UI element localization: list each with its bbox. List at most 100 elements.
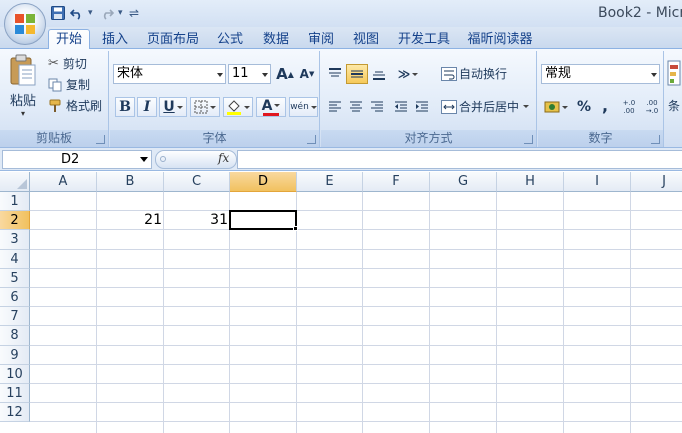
decrease-decimal-button[interactable]: .00 →.0 (641, 97, 663, 117)
align-middle-button[interactable] (346, 64, 368, 84)
row-header-12[interactable]: 12 (0, 403, 30, 423)
orientation-button[interactable]: ≫ (393, 64, 423, 84)
name-box-dropdown-icon[interactable] (140, 157, 148, 162)
row-header-9[interactable]: 9 (0, 345, 30, 365)
grow-font-label: A (276, 65, 288, 83)
active-cell-d2[interactable] (229, 210, 297, 231)
column-header-i[interactable]: I (564, 172, 631, 192)
select-all-button[interactable] (0, 172, 30, 192)
wrap-text-button[interactable]: 自动换行 (441, 65, 507, 82)
worksheet-grid[interactable]: A B C D E F G H I J 1 2 3 4 5 6 7 8 9 10 11 12 21 31 (0, 172, 682, 433)
alignment-launcher-icon[interactable] (524, 135, 533, 144)
merge-center-button[interactable]: 合并后居中 (441, 98, 530, 115)
phonetic-button[interactable]: wén (289, 97, 318, 117)
tab-review[interactable]: 审阅 (303, 30, 339, 49)
increase-indent-icon (416, 101, 428, 112)
gridline-vertical (362, 192, 363, 433)
comma-button[interactable]: , (596, 95, 614, 115)
align-center-button[interactable] (346, 97, 366, 117)
column-header-d[interactable]: D (230, 172, 297, 192)
column-header-j[interactable]: J (631, 172, 682, 192)
increase-decimal-button[interactable]: +.0 .00 (618, 97, 640, 117)
align-right-button[interactable] (367, 97, 387, 117)
row-header-3[interactable]: 3 (0, 230, 30, 250)
fill-handle[interactable] (293, 226, 298, 232)
font-launcher-icon[interactable] (307, 135, 316, 144)
number-format-value: 常规 (545, 66, 572, 81)
name-box[interactable]: D2 (2, 150, 152, 169)
insert-function-button[interactable]: fx (218, 151, 229, 165)
font-size-dropdown-icon (262, 73, 268, 77)
row-header-6[interactable]: 6 (0, 288, 30, 308)
shrink-arrow-icon: ▼ (308, 70, 315, 78)
column-header-g[interactable]: G (430, 172, 497, 192)
gridline-horizontal (30, 287, 682, 288)
cell-c2[interactable]: 31 (164, 211, 230, 230)
cell-b2[interactable]: 21 (97, 211, 164, 230)
clipboard-group: 粘贴 ▾ ✂ 剪切 复制 格式刷 剪贴板 (0, 51, 109, 147)
column-header-a[interactable]: A (30, 172, 97, 192)
row-header-11[interactable]: 11 (0, 384, 30, 404)
tab-developer[interactable]: 开发工具 (392, 30, 456, 49)
paste-button[interactable]: 粘贴 ▾ (6, 53, 40, 119)
italic-button[interactable]: I (137, 97, 157, 117)
row-header-5[interactable]: 5 (0, 268, 30, 288)
save-icon[interactable] (50, 5, 66, 21)
number-format-select[interactable]: 常规 (541, 64, 660, 84)
paste-icon (10, 54, 36, 86)
office-button[interactable] (4, 3, 46, 45)
tab-view[interactable]: 视图 (348, 30, 384, 49)
conditional-format-button[interactable]: 条 (667, 59, 681, 114)
align-top-button[interactable] (325, 64, 345, 84)
row-header-10[interactable]: 10 (0, 364, 30, 384)
shrink-font-button[interactable]: A ▼ (297, 64, 317, 84)
format-painter-button[interactable]: 格式刷 (48, 97, 102, 114)
tab-home[interactable]: 开始 (48, 29, 90, 50)
underline-button[interactable]: U (159, 97, 187, 117)
fill-bucket-icon (227, 100, 241, 115)
column-header-h[interactable]: H (497, 172, 564, 192)
borders-button[interactable] (190, 97, 220, 117)
grow-font-button[interactable]: A ▲ (275, 64, 295, 84)
row-header-8[interactable]: 8 (0, 326, 30, 346)
accounting-icon (544, 101, 560, 113)
column-header-e[interactable]: E (297, 172, 363, 192)
row-header-7[interactable]: 7 (0, 307, 30, 327)
gridline-horizontal (30, 363, 682, 365)
tab-insert[interactable]: 插入 (96, 30, 134, 49)
align-bottom-button[interactable] (369, 64, 389, 84)
font-color-button[interactable]: A (256, 97, 286, 117)
align-left-button[interactable] (325, 97, 345, 117)
percent-button[interactable]: % (574, 97, 594, 117)
redo-dropdown-icon[interactable]: ▾ (118, 5, 126, 21)
phonetic-dropdown-icon (310, 105, 317, 109)
copy-button[interactable]: 复制 (48, 76, 90, 93)
font-name-select[interactable]: 宋体 (113, 64, 226, 84)
font-size-select[interactable]: 11 (228, 64, 271, 84)
column-header-f[interactable]: F (363, 172, 430, 192)
row-header-1[interactable]: 1 (0, 192, 30, 212)
bold-button[interactable]: B (115, 97, 135, 117)
cut-button[interactable]: ✂ 剪切 (48, 55, 87, 72)
expand-handle-icon[interactable] (160, 156, 166, 162)
column-header-b[interactable]: B (97, 172, 164, 192)
redo-icon[interactable] (99, 5, 115, 21)
row-header-4[interactable]: 4 (0, 249, 30, 269)
row-header-2[interactable]: 2 (0, 211, 30, 231)
clipboard-launcher-icon[interactable] (96, 135, 105, 144)
customize-qat-icon[interactable]: ⇌ (129, 5, 139, 21)
align-bottom-icon (373, 71, 385, 80)
column-header-c[interactable]: C (164, 172, 230, 192)
fill-color-button[interactable] (223, 97, 253, 117)
decrease-indent-button[interactable] (391, 97, 411, 117)
accounting-format-button[interactable] (541, 97, 571, 117)
number-launcher-icon[interactable] (651, 135, 660, 144)
tab-data[interactable]: 数据 (258, 30, 294, 49)
tab-foxit-reader[interactable]: 福昕阅读器 (462, 30, 538, 49)
tab-page-layout[interactable]: 页面布局 (142, 30, 204, 49)
tab-formulas[interactable]: 公式 (212, 30, 248, 49)
undo-dropdown-icon[interactable]: ▾ (88, 5, 96, 21)
undo-icon[interactable] (69, 5, 85, 21)
formula-input[interactable] (237, 150, 682, 169)
increase-indent-button[interactable] (412, 97, 432, 117)
